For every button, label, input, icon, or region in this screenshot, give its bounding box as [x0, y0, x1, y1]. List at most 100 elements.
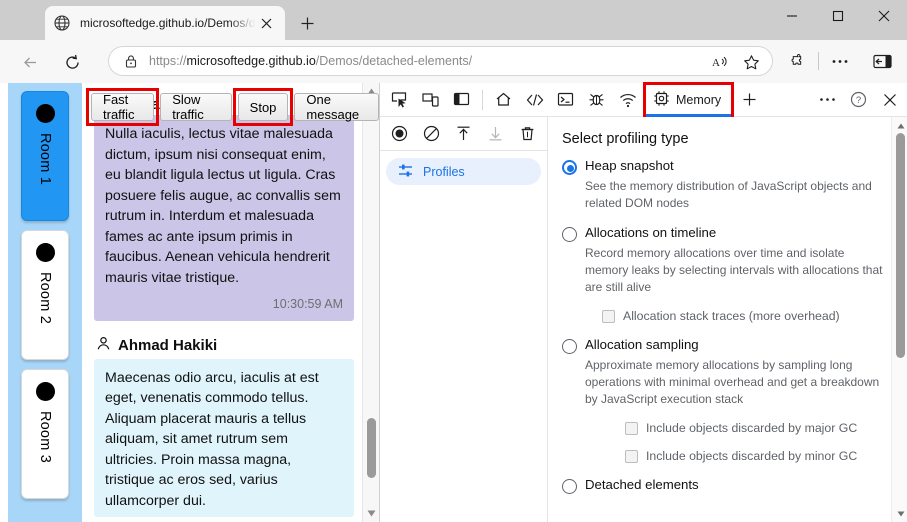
url-path: /Demos/detached-elements/: [315, 54, 473, 68]
scroll-down-arrow-icon[interactable]: [892, 505, 907, 522]
message-author: Ahmad Hakiki: [96, 336, 354, 355]
memory-chip-icon: [653, 90, 670, 110]
profiling-option-allocations-on-timeline[interactable]: Allocations on timeline: [562, 225, 907, 242]
memory-tab-highlight: Memory: [643, 81, 735, 118]
more-ellipsis-icon[interactable]: [825, 48, 855, 74]
radio-heap-snapshot[interactable]: [562, 160, 577, 175]
devtools-close-icon[interactable]: [874, 85, 905, 115]
devtools-more-ellipsis-icon[interactable]: [812, 85, 843, 115]
sidebar-item-profiles[interactable]: Profiles: [386, 158, 541, 185]
sidebar-item-profiles-label: Profiles: [423, 164, 465, 179]
room-button-1[interactable]: Room 1: [21, 91, 69, 221]
clear-no-entry-icon[interactable]: [416, 119, 447, 149]
lock-icon: [121, 54, 141, 69]
memory-sidebar: Profiles: [380, 151, 548, 522]
window-close-button[interactable]: [861, 0, 907, 32]
scroll-down-arrow-icon[interactable]: [363, 505, 379, 522]
radio-detached-elements[interactable]: [562, 479, 577, 494]
room-label: Room 3: [37, 411, 53, 463]
trash-delete-icon[interactable]: [512, 119, 543, 149]
checkbox-allocation-stack-traces[interactable]: [602, 309, 615, 323]
filter-sliders-icon: [398, 163, 413, 181]
traffic-controls: Fast traffic Slow traffic Stop One messa…: [86, 88, 379, 126]
star-icon[interactable]: [736, 49, 766, 75]
room-label: Room 1: [37, 133, 53, 185]
read-aloud-icon[interactable]: A: [706, 49, 736, 75]
fast-traffic-highlight: Fast traffic: [86, 88, 160, 126]
tab-title: microsoftedge.github.io/Demos/d: [80, 16, 255, 30]
inspect-element-icon[interactable]: [384, 85, 415, 115]
load-up-arrow-icon[interactable]: [448, 119, 479, 149]
slow-traffic-button[interactable]: Slow traffic: [160, 92, 232, 122]
elements-code-icon[interactable]: [519, 85, 550, 115]
checkbox-row-minor-gc[interactable]: Include objects discarded by minor GC: [625, 449, 907, 463]
browser-tab[interactable]: microsoftedge.github.io/Demos/d: [45, 6, 285, 40]
console-icon[interactable]: [550, 85, 581, 115]
fast-traffic-button[interactable]: Fast traffic: [91, 92, 155, 122]
profiling-option-description: See the memory distribution of JavaScrip…: [585, 179, 872, 210]
dock-panel-icon[interactable]: [446, 85, 477, 115]
new-tab-button[interactable]: [292, 10, 322, 36]
profiling-option-label: Detached elements: [585, 477, 699, 492]
checkbox-label: Allocation stack traces (more overhead): [623, 309, 840, 323]
devtools-scrollbar[interactable]: [891, 117, 907, 522]
url-scheme: https://: [149, 54, 187, 68]
checkbox-label: Include objects discarded by minor GC: [646, 449, 858, 463]
radio-allocations-on-timeline[interactable]: [562, 227, 577, 242]
one-message-button[interactable]: One message: [294, 92, 379, 122]
profiling-option-description: Approximate memory allocations by sampli…: [585, 358, 880, 406]
room-button-2[interactable]: Room 2: [21, 230, 69, 360]
back-button[interactable]: [16, 48, 44, 76]
message-bubble: Nulla iaculis, lectus vitae malesuada di…: [94, 115, 354, 321]
checkbox-row-major-gc[interactable]: Include objects discarded by major GC: [625, 421, 907, 435]
chat-scrollbar[interactable]: [362, 83, 379, 522]
chat-panel: Ahmad Hakiki Nulla iaculis, lectus vitae…: [86, 83, 379, 522]
rooms-sidebar: Room 1 Room 2 Room 3: [8, 83, 82, 522]
profiling-option-label: Heap snapshot: [585, 158, 674, 173]
radio-allocation-sampling[interactable]: [562, 339, 577, 354]
devtools-scrollbar-thumb[interactable]: [895, 133, 905, 358]
stop-highlight: Stop: [232, 88, 294, 126]
sidebar-toggle-icon[interactable]: [867, 48, 897, 74]
add-tab-plus-icon[interactable]: [734, 85, 765, 115]
toolbar-right-actions: [782, 48, 897, 74]
stop-button[interactable]: Stop: [237, 93, 289, 121]
device-toolbar-icon[interactable]: [415, 85, 446, 115]
minimize-button[interactable]: [769, 0, 815, 32]
profiling-option-detached-elements[interactable]: Detached elements: [562, 477, 907, 494]
message-text: Nulla iaculis, lectus vitae malesuada di…: [105, 126, 341, 286]
network-wifi-icon[interactable]: [612, 85, 643, 115]
message-list: Ahmad Hakiki Nulla iaculis, lectus vitae…: [86, 83, 362, 522]
profiling-option-description: Record memory allocations over time and …: [585, 246, 883, 294]
web-page-content: Room 1 Room 2 Room 3 Nulla iaculis, lect…: [0, 83, 379, 522]
profiling-option-label: Allocation sampling: [585, 337, 699, 352]
tab-close-icon[interactable]: [255, 12, 277, 34]
chat-scrollbar-thumb[interactable]: [367, 418, 376, 478]
address-bar[interactable]: https://microsoftedge.github.io/Demos/de…: [108, 46, 773, 76]
checkbox-include-objects-major-gc[interactable]: [625, 421, 638, 435]
profiling-option-allocation-sampling[interactable]: Allocation sampling: [562, 337, 907, 354]
help-question-icon[interactable]: ?: [843, 85, 874, 115]
checkbox-include-objects-minor-gc[interactable]: [625, 449, 638, 463]
scroll-up-arrow-icon[interactable]: [892, 117, 907, 134]
reload-button[interactable]: [58, 48, 86, 76]
toolbar-divider: [818, 52, 819, 70]
message-timestamp: 10:30:59 AM: [272, 297, 343, 311]
checkbox-row-allocation-stack-traces[interactable]: Allocation stack traces (more overhead): [602, 309, 907, 323]
profiling-option-heap-snapshot[interactable]: Heap snapshot: [562, 158, 907, 175]
home-icon[interactable]: [488, 85, 519, 115]
address-bar-url: https://microsoftedge.github.io/Demos/de…: [149, 54, 472, 68]
room-label: Room 2: [37, 272, 53, 324]
globe-icon: [53, 14, 71, 32]
person-icon: [96, 336, 111, 355]
tab-memory-label: Memory: [676, 92, 722, 107]
maximize-button[interactable]: [815, 0, 861, 32]
debugger-bug-icon[interactable]: [581, 85, 612, 115]
profiling-option-label: Allocations on timeline: [585, 225, 717, 240]
record-circle-icon[interactable]: [384, 119, 415, 149]
tab-memory[interactable]: Memory: [646, 85, 732, 117]
room-button-3[interactable]: Room 3: [21, 369, 69, 499]
memory-toolbar: [380, 117, 548, 151]
extensions-puzzle-icon[interactable]: [782, 48, 812, 74]
save-down-arrow-icon: [480, 119, 511, 149]
